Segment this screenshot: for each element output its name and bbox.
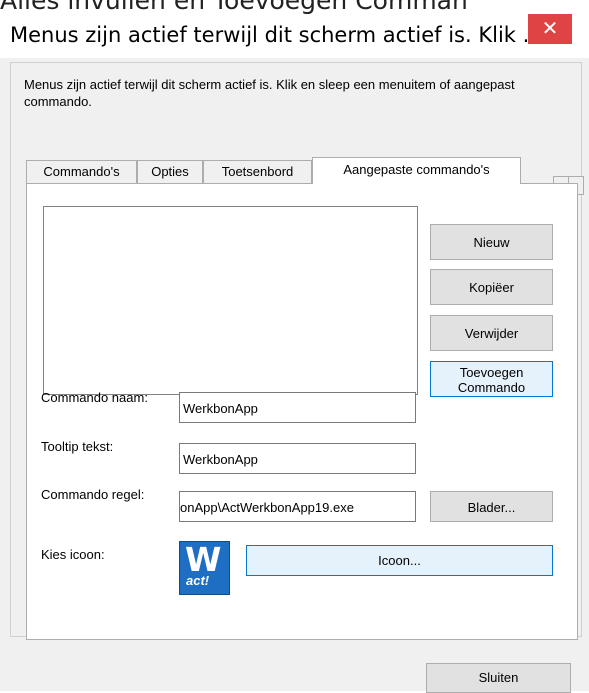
tooltip-field[interactable]: WerkbonApp (179, 443, 416, 474)
command-line-field[interactable]: onApp\ActWerkbonApp19.exe (179, 491, 416, 522)
browse-button[interactable]: Blader... (430, 491, 553, 522)
custom-commands-dialog: Menus zijn actief terwijl dit scherm act… (0, 14, 589, 693)
command-line-label: Commando regel: (41, 487, 145, 502)
close-button[interactable]: Sluiten (426, 663, 571, 693)
tab-commandos[interactable]: Commando's (26, 160, 137, 183)
tab-panel: Nieuw Kopiëer Verwijder Toevoegen Comman… (26, 183, 578, 640)
add-command-button[interactable]: Toevoegen Commando (430, 361, 553, 397)
command-name-field[interactable]: WerkbonApp (179, 392, 416, 423)
delete-button[interactable]: Verwijder (430, 315, 553, 351)
title-bar: Menus zijn actief terwijl dit scherm act… (0, 14, 589, 58)
commands-listbox[interactable] (43, 206, 418, 395)
dialog-body: Menus zijn actief terwijl dit scherm act… (0, 58, 589, 693)
act-werkbon-app-icon: W act! (179, 541, 230, 595)
tab-toetsenbord[interactable]: Toetsenbord (203, 160, 312, 183)
command-name-label: Commando naam: (41, 390, 148, 405)
choose-icon-button[interactable]: Icoon... (246, 545, 553, 576)
close-icon[interactable]: ✕ (528, 14, 572, 44)
icon-label: Kies icoon: (41, 547, 105, 562)
description-text: Menus zijn actief terwijl dit scherm act… (24, 77, 515, 109)
tab-opties[interactable]: Opties (137, 160, 203, 183)
copy-button[interactable]: Kopiëer (430, 269, 553, 305)
icon-brand-text: act! (186, 573, 210, 588)
tab-aangepaste-commandos[interactable]: Aangepaste commando's (312, 157, 521, 184)
window-title: Menus zijn actief terwijl dit scherm act… (10, 23, 543, 47)
tooltip-label: Tooltip tekst: (41, 439, 114, 454)
new-button[interactable]: Nieuw (430, 224, 553, 260)
